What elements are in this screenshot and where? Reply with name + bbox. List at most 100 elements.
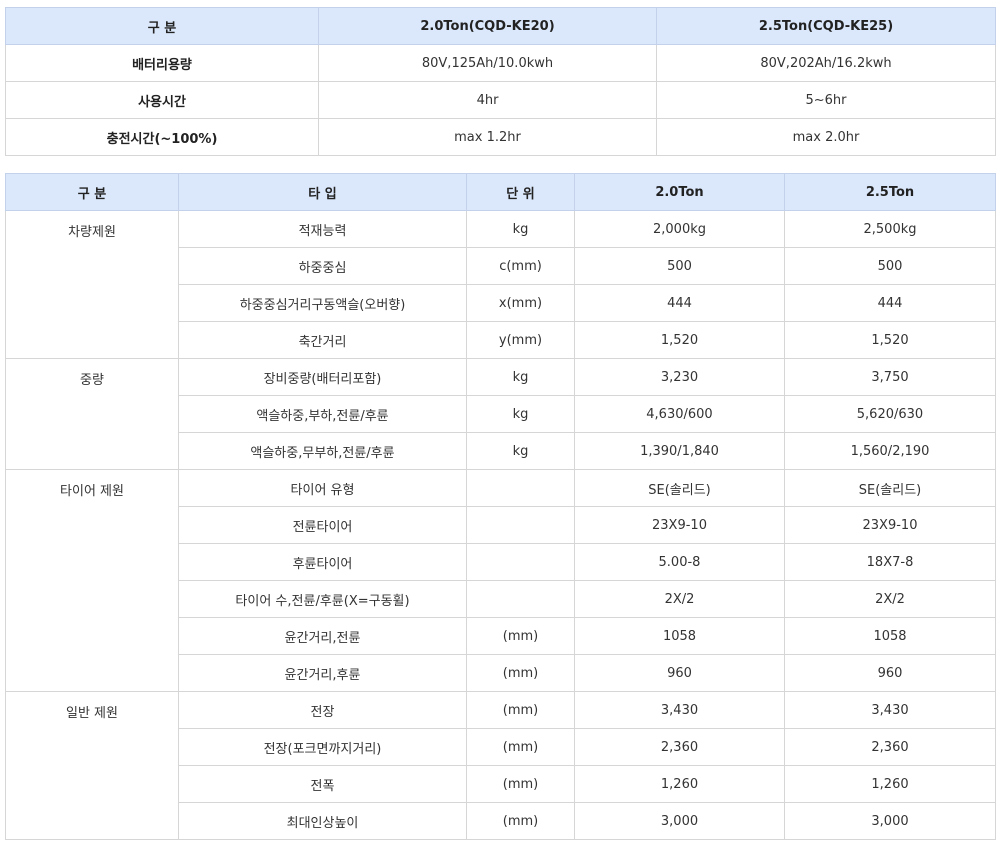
spec-value-20: 5.00-8 [574, 543, 785, 581]
spec-value-25: 500 [784, 247, 996, 285]
spec-unit [466, 506, 575, 544]
spec-value-25: 3,430 [784, 691, 996, 729]
table-row: 타이어 제원 타이어 유형 SE(솔리드) SE(솔리드) [5, 469, 996, 692]
spec-type: 타이어 유형 [178, 469, 467, 507]
spec-unit [466, 580, 575, 618]
spec-unit: kg [466, 210, 575, 248]
spec-unit: (mm) [466, 691, 575, 729]
spec-type: 최대인상높이 [178, 802, 467, 840]
table-header-row: 구 분 타 입 단 위 2.0Ton 2.5Ton [5, 173, 996, 211]
spec-value-20: SE(솔리드) [574, 469, 785, 507]
spec-unit: x(mm) [466, 284, 575, 322]
vehicle-spec-table: 구 분 타 입 단 위 2.0Ton 2.5Ton 차량제원 적재능력 kg 2,00… [5, 173, 996, 840]
spec-unit: kg [466, 432, 575, 470]
spec-value-25: 1,260 [784, 765, 996, 803]
spec-value-25: 1058 [784, 617, 996, 655]
row-label: 충전시간(~100%) [5, 118, 319, 156]
spec-unit: (mm) [466, 765, 575, 803]
group-label: 중량 [5, 358, 179, 470]
spec-type: 윤간거리,전륜 [178, 617, 467, 655]
spec-value-25: 3,000 [784, 802, 996, 840]
spec-type: 타이어 수,전륜/후륜(X=구동휠) [178, 580, 467, 618]
spec-value-20: 4,630/600 [574, 395, 785, 433]
spec-value-20: 1,260 [574, 765, 785, 803]
spec-value-25: 23X9-10 [784, 506, 996, 544]
spec-value-25: 3,750 [784, 358, 996, 396]
header-model-20: 2.0Ton [574, 173, 785, 211]
spec-type: 윤간거리,후륜 [178, 654, 467, 692]
spec-value-20: 444 [574, 284, 785, 322]
spec-type: 전륜타이어 [178, 506, 467, 544]
table-row: 중량 장비중량(배터리포함) kg 3,230 3,750 [5, 358, 996, 470]
group-label: 타이어 제원 [5, 469, 179, 692]
spec-value-20: 3,230 [574, 358, 785, 396]
header-model-25: 2.5Ton(CQD-KE25) [656, 7, 996, 45]
spec-unit [466, 543, 575, 581]
cell-value: 4hr [318, 81, 657, 119]
spec-unit: (mm) [466, 617, 575, 655]
spec-unit: kg [466, 358, 575, 396]
spec-unit: (mm) [466, 802, 575, 840]
header-model-20: 2.0Ton(CQD-KE20) [318, 7, 657, 45]
battery-spec-table: 구 분 2.0Ton(CQD-KE20) 2.5Ton(CQD-KE25) 배터… [5, 7, 996, 156]
spec-value-25: 18X7-8 [784, 543, 996, 581]
spec-value-20: 2,000kg [574, 210, 785, 248]
table-row: 충전시간(~100%) max 1.2hr max 2.0hr [5, 118, 996, 156]
header-model-25: 2.5Ton [784, 173, 996, 211]
spec-unit: (mm) [466, 654, 575, 692]
spec-value-25: 444 [784, 284, 996, 322]
spec-type: 하중중심 [178, 247, 467, 285]
spec-type: 축간거리 [178, 321, 467, 359]
cell-value: max 2.0hr [656, 118, 996, 156]
table-row: 차량제원 적재능력 kg 2,000kg 2,500kg [5, 210, 996, 359]
cell-value: 80V,125Ah/10.0kwh [318, 44, 657, 82]
cell-value: 80V,202Ah/16.2kwh [656, 44, 996, 82]
spec-type: 하중중심거리구동액슬(오버향) [178, 284, 467, 322]
spec-value-20: 1058 [574, 617, 785, 655]
table-row: 사용시간 4hr 5~6hr [5, 81, 996, 119]
spec-type: 적재능력 [178, 210, 467, 248]
row-label: 사용시간 [5, 81, 319, 119]
spec-value-25: 960 [784, 654, 996, 692]
spec-value-20: 2X/2 [574, 580, 785, 618]
cell-value: max 1.2hr [318, 118, 657, 156]
header-type: 타 입 [178, 173, 467, 211]
spec-unit: (mm) [466, 728, 575, 766]
table-header-row: 구 분 2.0Ton(CQD-KE20) 2.5Ton(CQD-KE25) [5, 7, 996, 45]
spec-value-25: 2,500kg [784, 210, 996, 248]
spec-value-20: 3,430 [574, 691, 785, 729]
spec-value-25: 2X/2 [784, 580, 996, 618]
group-label: 차량제원 [5, 210, 179, 359]
spec-value-20: 960 [574, 654, 785, 692]
spec-unit [466, 469, 575, 507]
spec-value-20: 23X9-10 [574, 506, 785, 544]
spec-unit: c(mm) [466, 247, 575, 285]
table-row: 배터리용량 80V,125Ah/10.0kwh 80V,202Ah/16.2kw… [5, 44, 996, 82]
spec-value-25: SE(솔리드) [784, 469, 996, 507]
spec-value-20: 1,520 [574, 321, 785, 359]
header-unit: 단 위 [466, 173, 575, 211]
spec-value-25: 1,560/2,190 [784, 432, 996, 470]
header-category: 구 분 [5, 7, 319, 45]
group-label: 일반 제원 [5, 691, 179, 840]
spec-value-20: 500 [574, 247, 785, 285]
spec-type: 전폭 [178, 765, 467, 803]
spec-unit: kg [466, 395, 575, 433]
row-label: 배터리용량 [5, 44, 319, 82]
spec-type: 장비중량(배터리포함) [178, 358, 467, 396]
spec-type: 전장(포크면까지거리) [178, 728, 467, 766]
spec-value-20: 1,390/1,840 [574, 432, 785, 470]
spec-value-25: 5,620/630 [784, 395, 996, 433]
spec-value-25: 2,360 [784, 728, 996, 766]
spec-type: 액슬하중,부하,전륜/후륜 [178, 395, 467, 433]
cell-value: 5~6hr [656, 81, 996, 119]
spec-value-20: 2,360 [574, 728, 785, 766]
spec-unit: y(mm) [466, 321, 575, 359]
spec-type: 전장 [178, 691, 467, 729]
spec-value-25: 1,520 [784, 321, 996, 359]
header-category: 구 분 [5, 173, 179, 211]
spec-value-20: 3,000 [574, 802, 785, 840]
spec-type: 후륜타이어 [178, 543, 467, 581]
spec-type: 액슬하중,무부하,전륜/후륜 [178, 432, 467, 470]
table-row: 일반 제원 전장 (mm) 3,430 3,430 [5, 691, 996, 840]
